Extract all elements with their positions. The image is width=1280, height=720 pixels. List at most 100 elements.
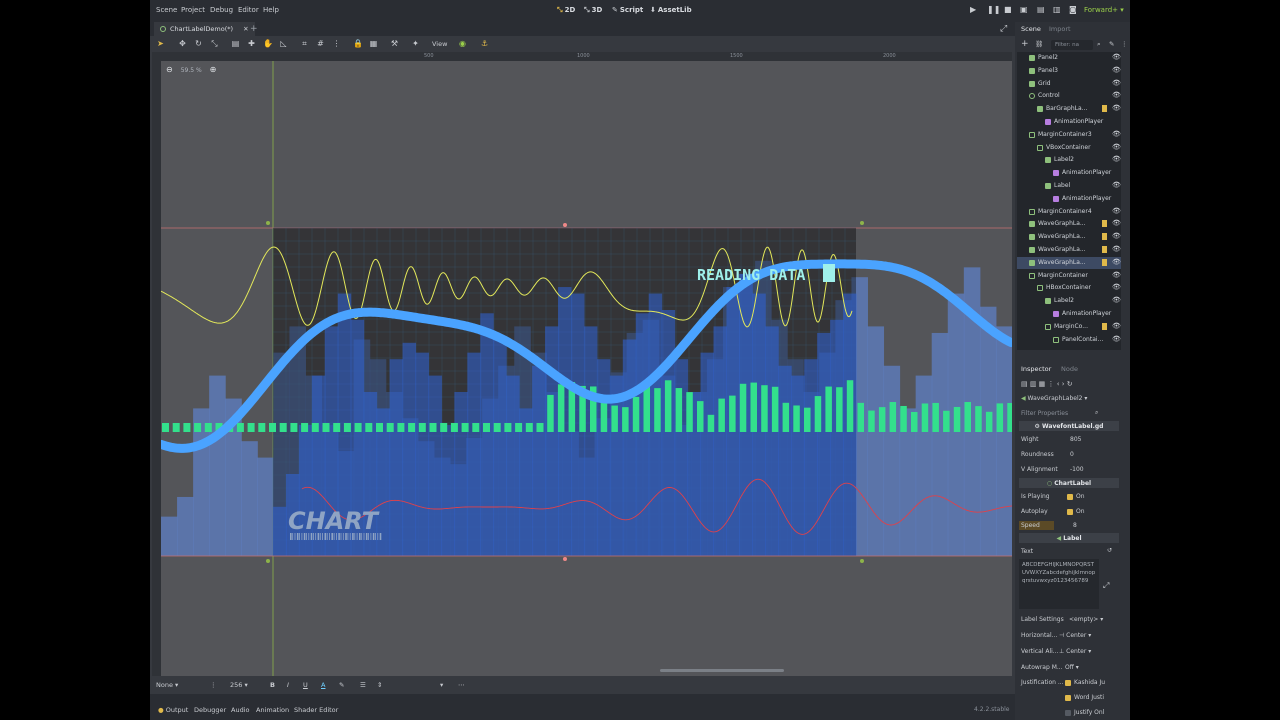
script-icon[interactable] [1102,322,1107,330]
handle-top[interactable] [563,223,567,227]
tree-node[interactable]: Panel2 👁 [1017,52,1121,64]
anchor-tl[interactable] [266,221,270,225]
visibility-icon[interactable]: 👁 [1112,66,1121,74]
tree-node[interactable]: MarginContainer4 👁 [1017,206,1121,218]
tree-node[interactable]: Label2 👁 [1017,154,1121,166]
smart-snap-icon[interactable]: ⌗ [300,39,309,48]
pivot-tool-icon[interactable]: ✚ [247,39,256,48]
select-tool-icon[interactable]: ➤ [156,39,165,48]
tree-node[interactable]: Panel3 👁 [1017,65,1121,77]
visibility-icon[interactable]: 👁 [1112,79,1121,87]
tab-import[interactable]: Import [1049,25,1071,33]
history-icons[interactable]: ▤ ▥ ▦ ⋮ ‹ › ↻ [1021,380,1073,388]
visibility-icon[interactable]: 👁 [1112,207,1121,215]
move-tool-icon[interactable]: ✥ [178,39,187,48]
scene-tab[interactable]: ChartLabelDemo(*) ✕ [154,22,255,36]
renderer-select[interactable]: Forward+ ▾ [1084,6,1124,14]
workspace-2d-button[interactable]: ⤡ 2D [557,6,575,15]
revert-icon[interactable]: ↺ [1107,547,1112,554]
tree-node[interactable]: AnimationPlayer [1017,193,1121,205]
tree-node[interactable]: Grid 👁 [1017,78,1121,90]
canvas-viewport[interactable]: READING DATA CHART 500 1000 1500 2000 ⊖ 5… [152,52,1012,676]
visibility-icon[interactable]: 👁 [1112,53,1121,61]
zoom-out-icon[interactable]: ⊖ [166,65,173,74]
tab-scene[interactable]: Scene [1021,25,1041,33]
visibility-icon[interactable]: 👁 [1112,130,1121,138]
script-icon[interactable] [1102,258,1107,266]
anchor-icon[interactable]: ⚓ [480,39,489,48]
autowrap-select[interactable]: Off ▾ [1065,664,1079,671]
font-size-select[interactable]: 256 ▾ [230,681,248,689]
tree-node[interactable]: BarGraphLa... 👁 [1017,103,1121,115]
tab-shader-editor[interactable]: Shader Editor [294,706,338,714]
expand-icon[interactable]: ⤢ [1103,581,1109,591]
tree-node[interactable]: WaveGraphLa... 👁 [1017,256,1121,269]
underline-icon[interactable]: U [303,681,308,689]
resource-header[interactable]: ⚙ WavefontLabel.gd [1019,421,1119,431]
tree-node[interactable]: MarginCo... 👁 [1017,321,1121,333]
rotate-tool-icon[interactable]: ↻ [194,39,203,48]
distraction-free-icon[interactable]: ⤢ [1000,24,1007,34]
roundness-field[interactable]: 0 [1070,451,1074,458]
search-icon[interactable]: ⌕ [1095,409,1098,417]
skeleton-icon[interactable]: ⚒ [390,39,399,48]
visibility-icon[interactable]: 👁 [1112,322,1121,330]
chartlabel-section[interactable]: ○ ChartLabel [1019,478,1119,488]
handle-bottom[interactable] [563,557,567,561]
speed-field[interactable]: 8 [1073,522,1077,529]
gizmo-icon[interactable]: ✦ [411,39,420,48]
filter-properties-input[interactable]: Filter Properties [1021,410,1068,417]
visibility-icon[interactable]: 👁 [1112,104,1121,112]
zoom-in-icon[interactable]: ⊕ [210,65,217,74]
visibility-icon[interactable]: 👁 [1112,143,1121,151]
justification-word[interactable]: Word Justi [1065,694,1104,701]
extra-select[interactable]: ▾ [440,681,443,689]
tab-inspector[interactable]: Inspector [1021,365,1051,373]
add-node-icon[interactable]: + [1021,39,1029,49]
horizontal-align-select[interactable]: ⊣ Center ▾ [1059,632,1091,639]
menu-editor[interactable]: Editor [238,6,259,14]
ruler-tool-icon[interactable]: ◺ [279,39,288,48]
visibility-icon[interactable]: 👁 [1112,283,1121,291]
visibility-icon[interactable]: 👁 [1112,155,1121,163]
add-tab-icon[interactable]: + [250,24,258,34]
menu-icon[interactable]: ⋮ [1121,40,1128,48]
tree-node[interactable]: AnimationPlayer [1017,116,1121,128]
visibility-icon[interactable]: 👁 [1112,258,1121,266]
tree-node[interactable]: MarginContainer 👁 [1017,270,1121,282]
bold-icon[interactable]: B [270,681,275,689]
workspace-3d-button[interactable]: ⤡ 3D [584,6,602,15]
menu-debug[interactable]: Debug [210,6,233,14]
script-icon[interactable] [1102,233,1107,241]
tree-node[interactable]: WaveGraphLa... 👁 [1017,244,1121,256]
tree-node[interactable]: WaveGraphLa... 👁 [1017,218,1121,230]
zoom-level[interactable]: 59.5 % [181,67,202,74]
tab-node[interactable]: Node [1061,365,1078,373]
label-settings-select[interactable]: <empty> ▾ [1069,616,1103,623]
scene-filter-input[interactable]: Filter: na [1051,40,1093,50]
more-options-icon[interactable]: ⋮ [210,681,217,689]
script-attach-icon[interactable]: ✎ [1109,40,1114,48]
align-center-icon[interactable]: ☰ [360,681,366,689]
tree-node[interactable]: Control 👁 [1017,90,1121,102]
tree-node[interactable]: AnimationPlayer [1017,167,1121,179]
search-icon[interactable]: ⌕ [1097,40,1101,49]
play-icon[interactable]: ▶ [970,5,976,14]
tree-node[interactable]: Label2 👁 [1017,295,1121,307]
text-field[interactable]: ABCDEFGHIJKLMNOPQRSTUVWXYZabcdefghijklmn… [1019,559,1099,609]
tree-node[interactable]: PanelContai... 👁 [1017,334,1121,346]
script-icon[interactable] [1102,246,1107,253]
highlight-icon[interactable]: ✎ [339,681,344,689]
menu-scene[interactable]: Scene [156,6,177,14]
pan-tool-icon[interactable]: ✋ [263,39,273,48]
anchor-br[interactable] [860,559,864,563]
font-mode-select[interactable]: None ▾ [156,681,178,689]
italic-icon[interactable]: I [287,681,289,689]
tree-node[interactable]: HBoxContainer 👁 [1017,282,1121,294]
visibility-icon[interactable]: 👁 [1112,91,1121,99]
script-icon[interactable] [1102,220,1107,228]
group-icon[interactable]: ▦ [369,39,378,48]
autoplay-checkbox[interactable]: On [1067,508,1085,515]
play-scene-icon[interactable]: ▤ [1037,5,1045,14]
snap-options-icon[interactable]: ⋮ [332,39,341,48]
